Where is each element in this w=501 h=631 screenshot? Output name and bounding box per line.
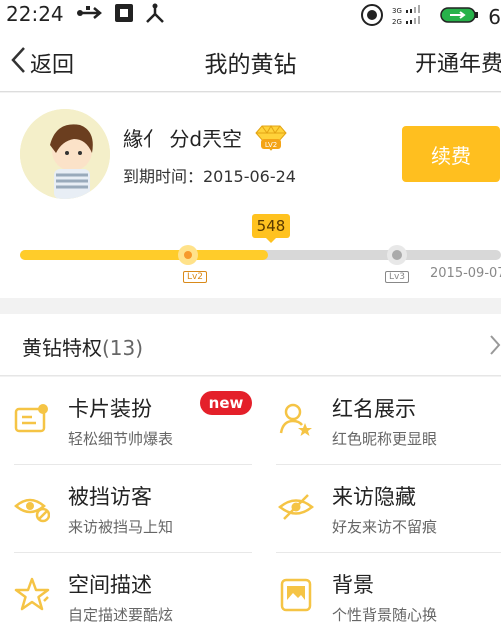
privilege-subtitle: 个性背景随心换 bbox=[332, 606, 438, 624]
chevron-right-icon bbox=[489, 334, 501, 360]
points-bubble: 548 bbox=[252, 214, 290, 243]
privilege-title: 卡片装扮 bbox=[68, 397, 152, 421]
battery-icon bbox=[440, 5, 480, 29]
current-level-node bbox=[178, 245, 198, 265]
privileges-title: 黄钻特权(13) bbox=[22, 332, 143, 361]
privilege-hidden-visits[interactable]: 来访隐藏 好友来访不留痕 bbox=[264, 465, 501, 552]
privilege-title: 空间描述 bbox=[68, 573, 152, 597]
privilege-title: 红名展示 bbox=[332, 397, 416, 421]
expiry-date: 到期时间：2015-06-24 bbox=[123, 167, 296, 186]
level-progress-track bbox=[20, 250, 501, 260]
avatar[interactable] bbox=[20, 109, 110, 199]
star-icon bbox=[14, 577, 50, 613]
privilege-subtitle: 红色昵称更显眼 bbox=[332, 430, 438, 448]
privilege-card-decoration[interactable]: 卡片装扮 轻松细节帅爆表 new bbox=[0, 377, 252, 464]
privileges-count: (13) bbox=[102, 336, 144, 360]
share-icon bbox=[144, 3, 166, 29]
usb-icon bbox=[76, 3, 104, 29]
privileges-header[interactable]: 黄钻特权(13) bbox=[0, 314, 501, 376]
eye-blocked-icon bbox=[14, 489, 51, 525]
sim-icon bbox=[114, 3, 134, 29]
nav-bar: 返回 我的黄钻 开通年费 bbox=[0, 30, 501, 92]
renew-button[interactable]: 续费 bbox=[402, 126, 500, 182]
level-progress-fill bbox=[20, 250, 268, 260]
next-level-node bbox=[387, 245, 407, 265]
privilege-title: 背景 bbox=[332, 573, 374, 597]
signal-icon: 3G 2G bbox=[392, 4, 432, 30]
picture-icon bbox=[278, 577, 314, 613]
privileges-title-text: 黄钻特权 bbox=[22, 336, 102, 360]
username: 緣亻 分d兲空 bbox=[123, 127, 243, 151]
target-icon bbox=[360, 3, 384, 31]
current-level-tag: Lv2 bbox=[183, 271, 207, 283]
privilege-background[interactable]: 背景 个性背景随心换 bbox=[264, 553, 501, 631]
svg-text:3G: 3G bbox=[392, 7, 402, 15]
next-level-tag: Lv3 bbox=[385, 271, 409, 283]
privilege-subtitle: 来访被挡马上知 bbox=[68, 518, 174, 536]
privilege-title: 来访隐藏 bbox=[332, 485, 416, 509]
privilege-subtitle: 轻松细节帅爆表 bbox=[68, 430, 174, 448]
privilege-title: 被挡访客 bbox=[68, 485, 152, 509]
privileges-grid: 卡片装扮 轻松细节帅爆表 new 红名展示 红色昵称更显眼 被挡访客 来访被挡马… bbox=[0, 377, 501, 631]
status-bar: 22:24 3G 2G 6 bbox=[0, 0, 501, 30]
user-star-icon bbox=[278, 401, 314, 437]
status-time: 22:24 bbox=[6, 2, 64, 26]
privilege-subtitle: 好友来访不留痕 bbox=[332, 518, 438, 536]
yellow-diamond-level-icon: LV2 bbox=[254, 124, 288, 156]
privilege-blocked-visitors[interactable]: 被挡访客 来访被挡马上知 bbox=[0, 465, 240, 552]
new-badge: new bbox=[200, 391, 252, 415]
diamond-level-text: LV2 bbox=[265, 141, 277, 149]
annual-fee-button[interactable]: 开通年费 bbox=[415, 46, 501, 78]
privilege-space-description[interactable]: 空间描述 自定描述要酷炫 bbox=[0, 553, 240, 631]
svg-text:2G: 2G bbox=[392, 18, 402, 26]
eye-hidden-icon bbox=[278, 489, 314, 525]
privilege-red-name[interactable]: 红名展示 红色昵称更显眼 bbox=[264, 377, 501, 464]
card-icon bbox=[14, 401, 50, 437]
profile-card: 緣亻 分d兲空 LV2 到期时间：2015-06-24 续费 548 Lv2 L… bbox=[0, 93, 501, 298]
next-level-date: 2015-09-07 bbox=[430, 266, 501, 281]
privilege-subtitle: 自定描述要酷炫 bbox=[68, 606, 174, 624]
battery-percent: 6 bbox=[488, 5, 501, 29]
